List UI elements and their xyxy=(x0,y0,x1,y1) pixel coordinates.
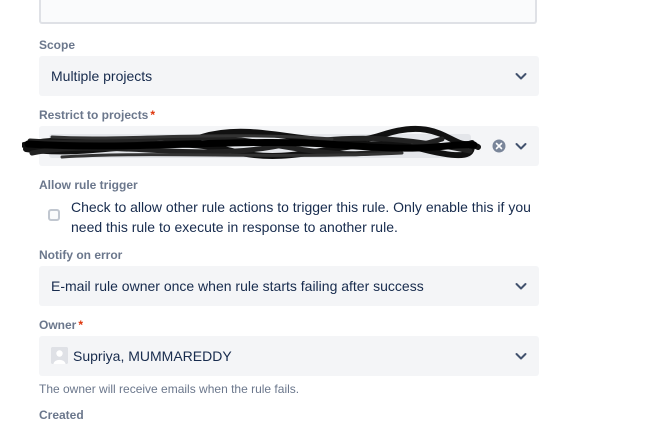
required-asterisk: * xyxy=(150,108,156,122)
user-avatar-icon xyxy=(51,347,68,364)
owner-value: Supriya, MUMMAREDDY xyxy=(73,348,232,364)
chevron-down-icon[interactable] xyxy=(513,138,529,154)
restrict-projects-label-text: Restrict to projects xyxy=(39,108,149,122)
rule-details-form: Scope Multiple projects Restrict to proj… xyxy=(0,0,664,426)
previous-field-input[interactable] xyxy=(39,0,537,24)
chevron-down-icon[interactable] xyxy=(513,68,529,84)
notify-on-error-select[interactable]: E-mail rule owner once when rule starts … xyxy=(39,266,539,306)
notify-on-error-label: Notify on error xyxy=(39,248,123,262)
allow-rule-trigger-description: Check to allow other rule actions to tri… xyxy=(71,199,531,235)
scope-value: Multiple projects xyxy=(51,68,153,84)
created-label: Created xyxy=(39,408,84,422)
chevron-down-icon[interactable] xyxy=(513,278,529,294)
owner-helper-text: The owner will receive emails when the r… xyxy=(39,382,300,396)
owner-label-text: Owner xyxy=(39,318,77,332)
tag-remove-icon[interactable]: × xyxy=(457,136,465,156)
scope-select[interactable]: Multiple projects xyxy=(39,56,539,96)
restrict-projects-label: Restrict to projects * xyxy=(39,108,155,122)
scope-label: Scope xyxy=(39,38,76,52)
required-asterisk: * xyxy=(78,318,84,332)
clear-icon[interactable] xyxy=(492,139,506,153)
notify-on-error-value: E-mail rule owner once when rule starts … xyxy=(51,278,424,294)
project-tag: × xyxy=(49,134,471,158)
owner-select[interactable]: Supriya, MUMMAREDDY xyxy=(39,336,539,376)
owner-label: Owner * xyxy=(39,318,83,332)
restrict-projects-select[interactable]: × xyxy=(39,126,539,166)
allow-rule-trigger-checkbox[interactable] xyxy=(48,209,60,221)
chevron-down-icon[interactable] xyxy=(513,348,529,364)
allow-rule-trigger-label: Allow rule trigger xyxy=(39,178,138,192)
